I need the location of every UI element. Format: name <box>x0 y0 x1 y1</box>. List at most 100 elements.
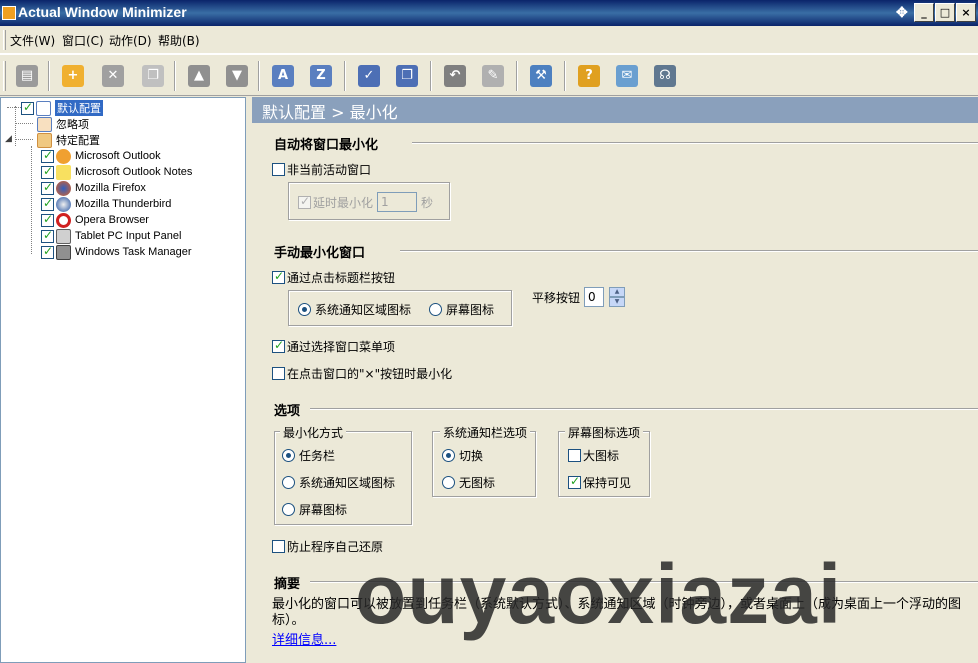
tree-item-default[interactable]: 默认配置 <box>21 100 103 116</box>
page-title: 默认配置 > 最小化 <box>252 97 978 123</box>
paste-icon[interactable]: ✎ <box>478 61 508 91</box>
radio[interactable] <box>442 476 455 489</box>
screen-options-title: 屏幕图标选项 <box>565 424 644 441</box>
check-all-icon[interactable]: ✓ <box>354 61 384 91</box>
tree-item-ignore[interactable]: 忽略项 <box>37 116 89 132</box>
checkbox[interactable] <box>272 163 285 176</box>
support-icon[interactable]: ☊ <box>650 61 680 91</box>
sort-az-icon[interactable]: A <box>268 61 298 91</box>
tree-app-item[interactable]: Microsoft Outlook Notes <box>41 164 192 180</box>
new-folder-icon[interactable]: + <box>58 61 88 91</box>
radio[interactable] <box>282 449 295 462</box>
tree-checkbox[interactable] <box>41 148 54 163</box>
radio-label: 系统通知区域图标 <box>315 303 412 317</box>
tree-checkbox[interactable] <box>41 196 54 211</box>
move-up-icon[interactable]: ▲ <box>184 61 214 91</box>
tree-checkbox[interactable] <box>41 244 54 259</box>
radio-label: 无图标 <box>459 476 496 490</box>
offset-input[interactable]: 0 <box>584 287 605 307</box>
checkbox[interactable] <box>272 367 285 380</box>
menu-action[interactable]: 动作(D) <box>109 32 152 49</box>
tree-line <box>7 107 21 108</box>
checkbox[interactable] <box>568 474 581 489</box>
toolbar-separator <box>258 61 260 91</box>
menu-bar: 文件(W) 窗口(C) 动作(D) 帮助(B) <box>0 26 978 54</box>
menu-file[interactable]: 文件(W) <box>10 32 55 49</box>
save-icon[interactable]: ▤ <box>12 61 42 91</box>
radio[interactable] <box>282 476 295 489</box>
tree-app-item[interactable]: Microsoft Outlook <box>41 148 161 164</box>
tray-radio-toggle[interactable]: 切换 <box>442 447 483 464</box>
radio-label: 切换 <box>459 449 484 463</box>
tree-app-item[interactable]: Tablet PC Input Panel <box>41 228 181 244</box>
windows-icon[interactable]: ❐ <box>392 61 422 91</box>
tree-app-item[interactable]: Mozilla Firefox <box>41 180 146 196</box>
close-button[interactable]: × <box>956 3 976 22</box>
screen-check-large[interactable]: 大图标 <box>568 447 619 464</box>
tree-app-item[interactable]: Opera Browser <box>41 212 149 228</box>
tray-radio-noicon[interactable]: 无图标 <box>442 474 495 491</box>
app-icon <box>2 6 16 20</box>
details-link[interactable]: 详细信息... <box>272 629 336 648</box>
tree-checkbox[interactable] <box>41 180 54 195</box>
tree-checkbox[interactable] <box>41 228 54 243</box>
checkbox[interactable] <box>272 338 285 353</box>
tree-line <box>15 106 16 146</box>
pin-icon[interactable]: ✥ <box>896 4 908 21</box>
mail-icon[interactable]: ✉ <box>612 61 642 91</box>
taskmanager-icon <box>56 244 71 260</box>
collapse-icon[interactable]: ◢ <box>5 134 12 144</box>
section-options-title: 选项 <box>274 404 301 419</box>
radio[interactable] <box>298 303 311 316</box>
method-radio-tray[interactable]: 系统通知区域图标 <box>282 474 395 491</box>
spin-down-icon[interactable]: ▼ <box>609 297 626 307</box>
delete-icon[interactable]: ✕ <box>98 61 128 91</box>
method-radio-taskbar[interactable]: 任务栏 <box>282 447 335 464</box>
toolbar-separator <box>344 61 346 91</box>
move-down-icon[interactable]: ▼ <box>222 61 252 91</box>
tree-checkbox[interactable] <box>21 100 34 115</box>
close-button-checkbox[interactable]: 在点击窗口的"×"按钮时最小化 <box>272 365 452 382</box>
sort-za-icon[interactable]: Z <box>306 61 336 91</box>
checkbox-label: 大图标 <box>583 449 620 463</box>
minimize-button[interactable]: _ <box>914 3 934 22</box>
title-bar: Actual Window Minimizer ✥ _ □ × <box>0 0 978 26</box>
section-divider <box>400 250 978 252</box>
undo-icon[interactable]: ↶ <box>440 61 470 91</box>
delay-minimize-row[interactable]: 延时最小化 1 秒 <box>298 192 433 212</box>
spin-up-icon[interactable]: ▲ <box>609 287 626 297</box>
screen-icon-radio[interactable]: 屏幕图标 <box>429 301 494 318</box>
tree-checkbox[interactable] <box>41 212 54 227</box>
menu-window[interactable]: 窗口(C) <box>62 32 104 49</box>
maximize-button[interactable]: □ <box>935 3 955 22</box>
radio[interactable] <box>429 303 442 316</box>
tree-item-label: Mozilla Thunderbird <box>75 198 172 210</box>
radio[interactable] <box>282 503 295 516</box>
folder-icon <box>37 132 52 148</box>
checkbox[interactable] <box>272 269 285 284</box>
tree-item-specific[interactable]: 特定配置 <box>37 132 100 148</box>
tree-app-item[interactable]: Mozilla Thunderbird <box>41 196 171 212</box>
method-radio-screen[interactable]: 屏幕图标 <box>282 501 347 518</box>
checkbox[interactable] <box>272 540 285 553</box>
toolbar-separator <box>516 61 518 91</box>
copy-icon[interactable]: ❐ <box>138 61 168 91</box>
offset-spinner[interactable]: ▲ ▼ <box>609 287 626 307</box>
tree-checkbox[interactable] <box>41 164 54 179</box>
toolbar-separator <box>430 61 432 91</box>
config-tree[interactable]: ◢ 默认配置 忽略项 特定配置 Microsoft Outlook Micros… <box>0 97 246 663</box>
inactive-window-checkbox[interactable]: 非当前活动窗口 <box>272 161 371 178</box>
tray-icon-radio[interactable]: 系统通知区域图标 <box>298 301 411 318</box>
tree-item-label: 默认配置 <box>55 100 103 116</box>
delay-input[interactable]: 1 <box>377 192 418 212</box>
window-menu-checkbox[interactable]: 通过选择窗口菜单项 <box>272 338 395 355</box>
titlebar-button-checkbox[interactable]: 通过点击标题栏按钮 <box>272 269 395 286</box>
checkbox[interactable] <box>568 449 581 462</box>
help-icon[interactable]: ? <box>574 61 604 91</box>
radio[interactable] <box>442 449 455 462</box>
screen-check-visible[interactable]: 保持可见 <box>568 474 631 491</box>
menu-help[interactable]: 帮助(B) <box>158 32 200 49</box>
tools-icon[interactable]: ⚒ <box>526 61 556 91</box>
delay-checkbox[interactable] <box>298 194 311 209</box>
tree-app-item[interactable]: Windows Task Manager <box>41 244 192 260</box>
